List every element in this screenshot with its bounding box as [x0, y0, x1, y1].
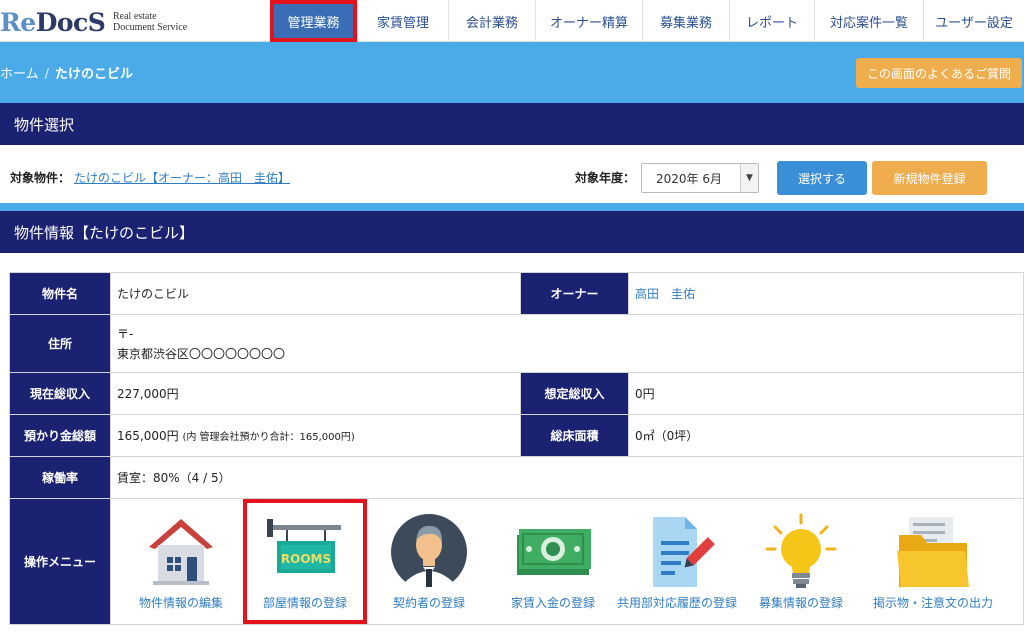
- nav-item-recruitment[interactable]: 募集業務: [642, 0, 729, 42]
- section-title-property-info: 物件情報【たけのこビル】: [0, 211, 1024, 253]
- occupancy-value: 賃室：80%（4 / 5）: [110, 456, 1024, 499]
- expected-income-value: 0円: [628, 372, 1024, 415]
- house-icon: [149, 519, 213, 585]
- chevron-down-icon: ▼: [740, 164, 758, 192]
- breadcrumb: ホーム / たけのこビル: [0, 63, 133, 82]
- lightbulb-icon: [765, 513, 837, 588]
- income-label: 現在総収入: [9, 372, 111, 415]
- address-label: 住所: [9, 314, 111, 373]
- menu-edit-property[interactable]: 物件情報の編集: [119, 499, 243, 624]
- menu-label: 物件情報の編集: [138, 596, 223, 610]
- menu-label: 募集情報の登録: [758, 596, 843, 610]
- menu-register-common-area-history[interactable]: 共用部対応履歴の登録: [615, 499, 739, 624]
- nav-item-management[interactable]: 管理業務: [270, 0, 357, 42]
- operation-menu-label: 操作メニュー: [9, 498, 111, 625]
- menu-register-rooms[interactable]: ROOMS 部屋情報の登録: [243, 499, 367, 624]
- header: ReDocS Real estate Document Service 管理業務…: [0, 0, 1024, 42]
- nav-item-user-settings[interactable]: ユーザー設定: [923, 0, 1024, 42]
- operation-menu: 物件情報の編集 ROOMS 部屋情報の登録 契約者の登録 家賃入金の登録 共用部…: [110, 498, 1024, 625]
- logo-wordmark: ReDocS: [0, 8, 106, 37]
- section-title-property-select: 物件選択: [0, 103, 1024, 145]
- floor-area-value: 0㎡（0坪）: [628, 414, 1024, 457]
- menu-label: 契約者の登録: [392, 596, 465, 610]
- breadcrumb-separator: /: [44, 67, 50, 82]
- address-value: 〒- 東京都渋谷区〇〇〇〇〇〇〇〇: [110, 314, 1024, 373]
- money-icon: [517, 529, 591, 575]
- target-property-label: 対象物件：: [10, 171, 71, 185]
- owner-link[interactable]: 高田 圭佑: [635, 287, 695, 301]
- logo[interactable]: ReDocS Real estate Document Service: [0, 4, 270, 38]
- year-select-value: 2020年 6月: [656, 171, 722, 186]
- owner-value: 高田 圭佑: [628, 272, 1024, 315]
- property-info-table: 物件名 たけのこビル オーナー 高田 圭佑 住所 〒- 東京都渋谷区〇〇〇〇〇〇…: [9, 272, 1024, 625]
- breadcrumb-home[interactable]: ホーム: [0, 67, 39, 82]
- menu-register-rent-payment[interactable]: 家賃入金の登録: [491, 499, 615, 624]
- property-select-row: 対象物件： たけのこビル【オーナー：高田 圭佑】 対象年度： 2020年 6月 …: [0, 145, 1024, 203]
- expected-income-label: 想定総収入: [520, 372, 629, 415]
- menu-label: 共用部対応履歴の登録: [616, 596, 737, 610]
- person-icon: [391, 514, 467, 591]
- address-street: 東京都渋谷区〇〇〇〇〇〇〇〇: [117, 347, 286, 361]
- income-value: 227,000円: [110, 372, 521, 415]
- nav-item-rent[interactable]: 家賃管理: [357, 0, 448, 42]
- svg-text:ROOMS: ROOMS: [281, 552, 331, 566]
- document-pen-icon: [653, 517, 715, 587]
- deposit-label: 預かり金総額: [9, 414, 111, 457]
- address-postal: 〒-: [117, 327, 134, 341]
- divider-stripe: [0, 203, 1024, 211]
- breadcrumb-bar: ホーム / たけのこビル この画面のよくあるご質問: [0, 42, 1024, 103]
- deposit-value: 165,000円 (内 管理会社預かり合計：165,000円): [110, 414, 521, 457]
- nav-item-cases[interactable]: 対応案件一覧: [814, 0, 923, 42]
- breadcrumb-current: たけのこビル: [55, 67, 134, 82]
- deposit-note: (内 管理会社預かり合計：165,000円): [182, 432, 355, 443]
- nav-item-owner-settlement[interactable]: オーナー精算: [535, 0, 642, 42]
- owner-label: オーナー: [520, 272, 629, 315]
- menu-output-notices[interactable]: 掲示物・注意文の出力: [863, 499, 1003, 624]
- folder-icon: [897, 517, 969, 587]
- rooms-sign-icon: ROOMS: [267, 519, 341, 573]
- menu-label: 部屋情報の登録: [262, 596, 347, 610]
- name-value: たけのこビル: [110, 272, 521, 315]
- logo-tagline: Real estate Document Service: [113, 11, 188, 33]
- menu-register-tenant[interactable]: 契約者の登録: [367, 499, 491, 624]
- target-property-link[interactable]: たけのこビル【オーナー：高田 圭佑】: [74, 169, 290, 186]
- nav-item-accounting[interactable]: 会計業務: [448, 0, 535, 42]
- main-nav: 管理業務 家賃管理 会計業務 オーナー精算 募集業務 レポート 対応案件一覧 ユ…: [270, 0, 1024, 42]
- nav-item-report[interactable]: レポート: [729, 0, 814, 42]
- floor-area-label: 総床面積: [520, 414, 629, 457]
- menu-label: 掲示物・注意文の出力: [872, 596, 993, 610]
- year-select[interactable]: 2020年 6月 ▼: [641, 163, 759, 193]
- name-label: 物件名: [9, 272, 111, 315]
- occupancy-label: 稼働率: [9, 456, 111, 499]
- new-property-button[interactable]: 新規物件登録: [872, 161, 987, 195]
- target-year-label: 対象年度：: [575, 171, 636, 185]
- faq-button[interactable]: この画面のよくあるご質問: [856, 58, 1022, 88]
- menu-register-recruitment[interactable]: 募集情報の登録: [739, 499, 863, 624]
- select-button[interactable]: 選択する: [777, 161, 867, 195]
- menu-label: 家賃入金の登録: [510, 596, 595, 610]
